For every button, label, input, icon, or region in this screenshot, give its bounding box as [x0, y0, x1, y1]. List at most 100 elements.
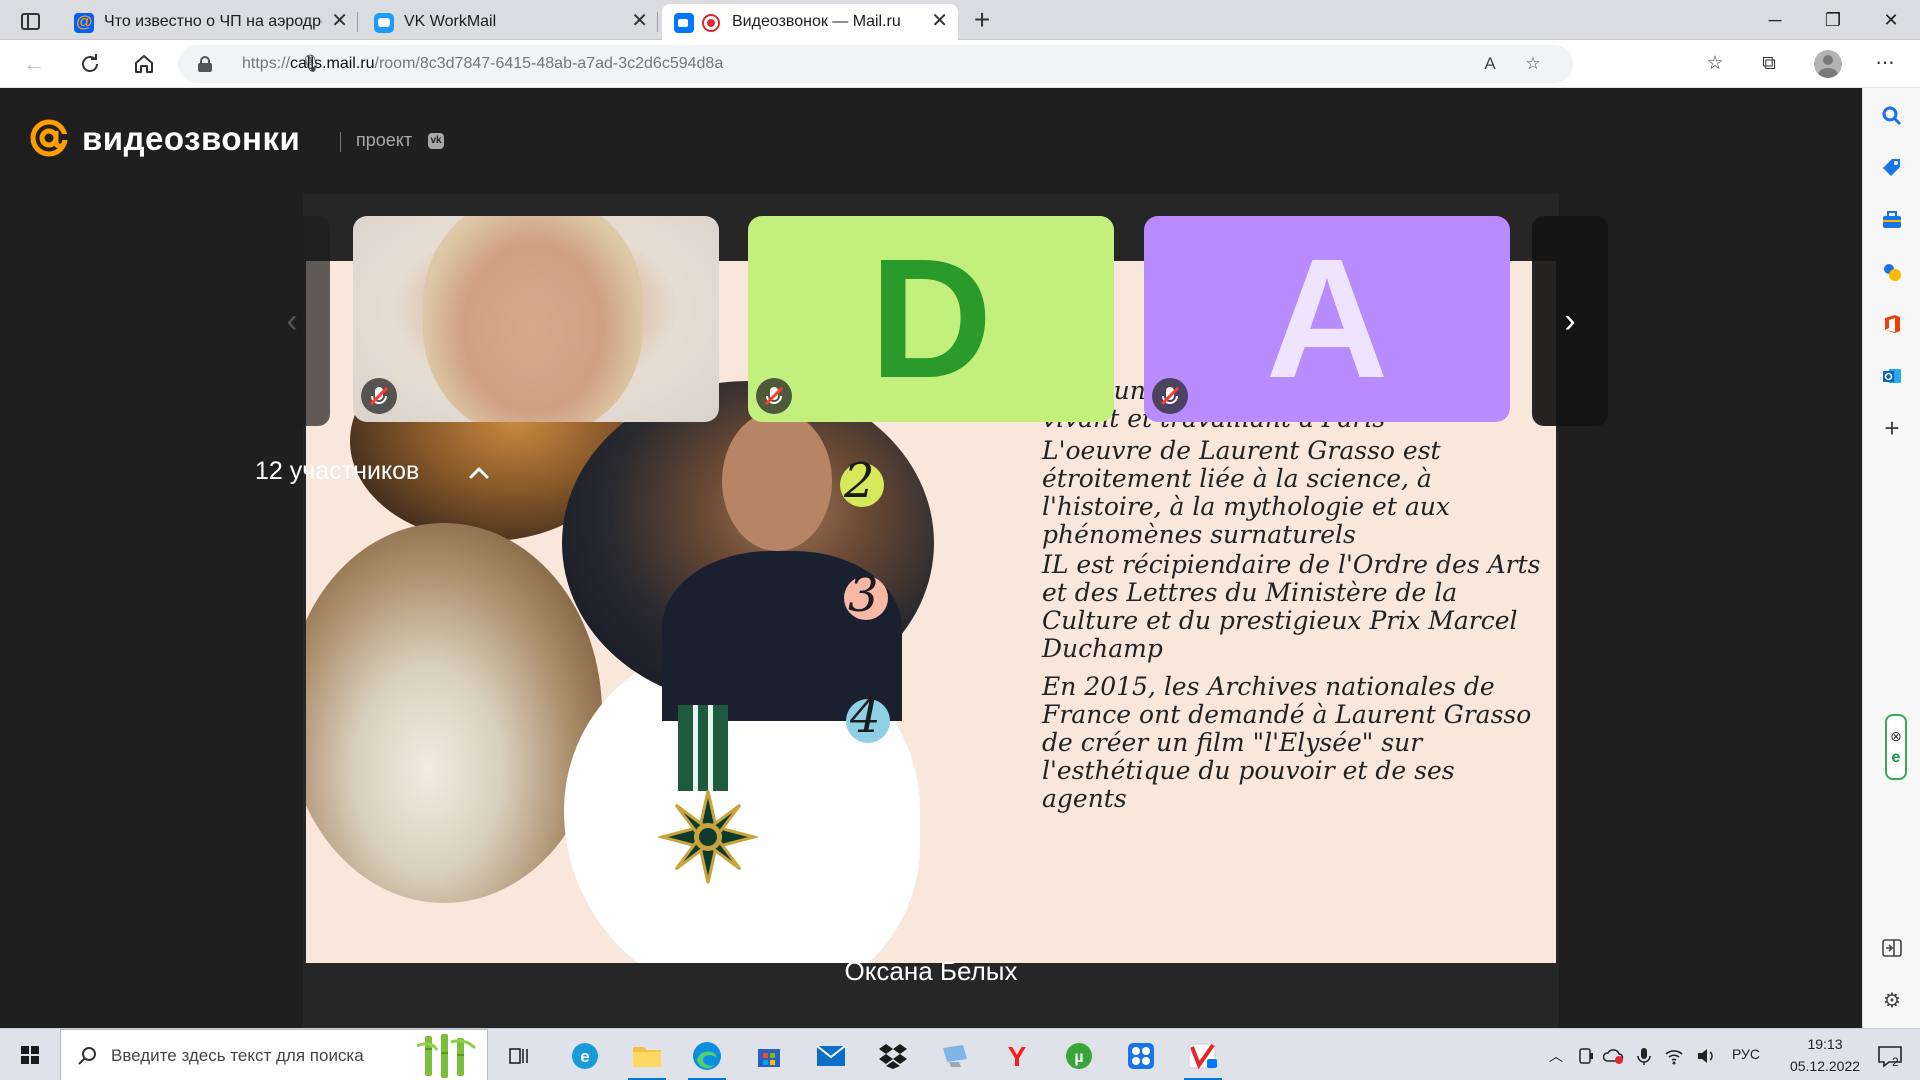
edge-button[interactable] [680, 1035, 734, 1080]
minimize-button[interactable]: ─ [1746, 0, 1804, 40]
logo-text[interactable]: видеозвонки [82, 120, 300, 158]
tray-microphone-icon[interactable] [1632, 1035, 1656, 1077]
collections-icon[interactable]: ⧉ [1756, 52, 1782, 76]
participants-count[interactable]: 12 участников [255, 457, 419, 486]
clouds-painting-image [306, 523, 602, 903]
windows-logo-icon [21, 1046, 39, 1064]
restore-button[interactable]: ❐ [1804, 0, 1862, 40]
monitor-app-button[interactable] [928, 1035, 982, 1077]
address-bar[interactable]: https://calls.mail.ru/room/8c3d7847-6415… [178, 45, 1573, 83]
taskbar-search[interactable]: Введите здесь текст для поиска [60, 1029, 488, 1080]
tab-actions-icon [20, 12, 40, 30]
mailru-logo-icon[interactable] [28, 117, 70, 159]
notifications-button[interactable]: 2 [1868, 1035, 1912, 1077]
recording-icon [702, 14, 720, 32]
close-tab-icon[interactable]: ✕ [331, 11, 348, 31]
point-text: En 2015, les Archives nationales de Fran… [1042, 672, 1532, 813]
favorites-icon[interactable]: ☆ [1702, 52, 1728, 76]
office-icon[interactable] [1878, 310, 1906, 338]
edge-legacy-button[interactable]: e [558, 1035, 612, 1077]
language-indicator[interactable]: РУС [1732, 1046, 1760, 1062]
tray-device-icon[interactable] [1574, 1035, 1598, 1077]
tab-title: Видеозвонок — Mail.ru [732, 13, 901, 30]
games-icon[interactable] [1878, 258, 1906, 286]
new-tab-button[interactable]: + [966, 4, 998, 36]
microphone-icon[interactable]: 🎙 [299, 53, 323, 75]
carousel-prev-button[interactable]: ‹ [254, 216, 330, 426]
vk-app-button[interactable] [1176, 1035, 1230, 1080]
home-button[interactable] [124, 48, 164, 80]
mailru-at-icon [74, 12, 94, 33]
back-button[interactable]: ← [14, 48, 54, 80]
close-tab-icon[interactable]: ✕ [631, 11, 648, 31]
refresh-icon [82, 54, 98, 72]
lock-icon[interactable] [198, 56, 212, 72]
tray-expand-button[interactable]: ︿ [1544, 1035, 1568, 1077]
video-call-icon [674, 13, 694, 33]
mail-button[interactable] [804, 1035, 858, 1077]
tray-wifi-icon[interactable] [1662, 1035, 1686, 1077]
artist-portrait-image [562, 381, 934, 721]
refresh-button[interactable] [70, 48, 110, 80]
tray-volume-icon[interactable] [1694, 1035, 1718, 1077]
close-tab-icon[interactable]: ✕ [931, 11, 948, 31]
chevron-up-icon: ︿ [1549, 1048, 1563, 1064]
tab-actions-button[interactable] [8, 7, 52, 35]
close-extension-icon[interactable]: ⊗ [1890, 728, 1902, 745]
read-aloud-icon[interactable]: A [1478, 53, 1502, 75]
point-text: IL est récipiendaire de l'Ordre des Arts… [1042, 550, 1541, 663]
profile-avatar[interactable] [1814, 50, 1842, 78]
vk-logo-icon: vk [428, 133, 444, 149]
extension-panel[interactable]: ⊗ e [1885, 714, 1907, 780]
chevron-up-icon[interactable] [464, 458, 494, 488]
add-sidebar-app-icon[interactable]: + [1878, 413, 1906, 443]
point-number: 3 [848, 567, 879, 623]
file-explorer-button[interactable] [620, 1035, 674, 1080]
split-screen-icon[interactable] [1878, 934, 1906, 962]
sidebar-settings-icon[interactable]: ⚙ [1878, 986, 1906, 1014]
start-button[interactable] [0, 1029, 60, 1080]
app-grid-button[interactable] [1114, 1035, 1168, 1077]
edge-legacy-icon: e [572, 1043, 598, 1069]
close-window-button[interactable]: ✕ [1862, 0, 1920, 40]
store-button[interactable] [742, 1035, 796, 1077]
add-favorite-icon[interactable]: ☆ [1521, 53, 1545, 75]
dropbox-button[interactable] [866, 1035, 920, 1077]
yandex-browser-button[interactable]: Y [990, 1035, 1044, 1077]
browser-tab-videocall[interactable]: Видеозвонок — Mail.ru ✕ [662, 4, 958, 40]
tab-title: Что известно о ЧП на аэродроме [104, 13, 322, 30]
ribbon-image [678, 705, 728, 791]
shopping-tag-icon[interactable] [1878, 154, 1906, 182]
utorrent-icon: µ [1066, 1043, 1092, 1069]
browser-tab-news[interactable]: Что известно о ЧП на аэродроме ✕ [62, 4, 358, 40]
browser-tab-workmail[interactable]: VK WorkMail ✕ [362, 4, 658, 40]
extension-icon[interactable]: e [1892, 749, 1901, 767]
file-explorer-icon [633, 1047, 661, 1067]
participant-tile-video[interactable] [353, 216, 719, 422]
presenter-name: Оксана Белых [844, 956, 1018, 986]
tray-cloud-error-icon[interactable] [1602, 1035, 1626, 1077]
outlook-icon[interactable] [1878, 362, 1906, 390]
muted-mic-icon [756, 378, 792, 414]
avatar-letter: A [1265, 224, 1389, 414]
point-text: L'oeuvre de Laurent Grasso est étroiteme… [1042, 436, 1450, 549]
participant-tile-avatar[interactable]: A [1144, 216, 1510, 422]
utorrent-button[interactable]: µ [1052, 1035, 1106, 1077]
task-view-icon [509, 1048, 528, 1064]
task-view-button[interactable] [492, 1035, 546, 1077]
notification-icon [1878, 1046, 1902, 1068]
clock-time[interactable]: 19:13 [1790, 1036, 1860, 1052]
tools-icon[interactable] [1878, 206, 1906, 234]
clock-date[interactable]: 05.12.2022 [1786, 1058, 1864, 1074]
app-header: видеозвонки проект vk [0, 88, 1862, 194]
more-menu-icon[interactable]: ⋯ [1872, 52, 1898, 76]
point-number: 4 [850, 688, 881, 744]
windows-taskbar: Введите здесь текст для поиска e Y µ ︿ Р… [0, 1028, 1920, 1080]
project-label: проект [356, 130, 413, 150]
search-icon[interactable] [1878, 102, 1906, 130]
dropbox-icon [879, 1044, 907, 1069]
participant-tile-avatar[interactable]: D [748, 216, 1114, 422]
carousel-next-button[interactable]: › [1532, 216, 1608, 426]
muted-mic-icon [361, 378, 397, 414]
order-medal-icon [656, 787, 760, 887]
